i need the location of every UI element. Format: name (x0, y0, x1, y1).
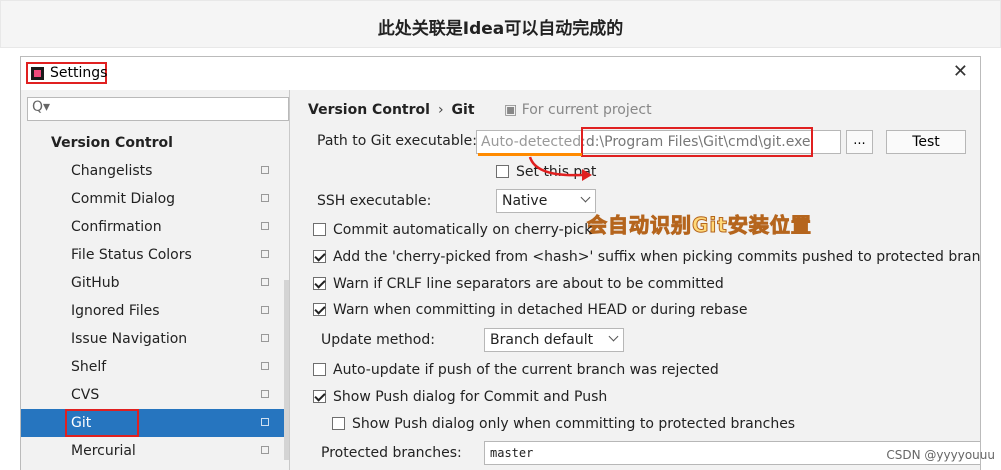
tree-section-version-control[interactable]: Version Control (21, 129, 289, 157)
sidebar-item-label: Shelf (71, 359, 107, 375)
banner: 此处关联是Idea可以自动完成的 (0, 0, 1001, 48)
sidebar-item-confirmation[interactable]: Confirmation (21, 213, 289, 241)
update-method-label: Update method: (321, 332, 435, 348)
show-push-dialog-checkbox[interactable]: Show Push dialog for Commit and Push (313, 387, 607, 407)
sidebar-item-mercurial[interactable]: Mercurial (21, 437, 289, 465)
checkbox-label: Warn if CRLF line separators are about t… (333, 276, 724, 292)
settings-tree: Version Control Changelists Commit Dialo… (21, 129, 289, 465)
project-scope-icon (261, 278, 269, 286)
chevron-down-icon (580, 192, 591, 203)
test-button[interactable]: Test (886, 130, 966, 154)
project-scope-icon (261, 446, 269, 454)
scope-note: ▣ For current project (504, 102, 652, 118)
browse-button[interactable]: ... (846, 130, 873, 154)
sidebar-item-label: File Status Colors (71, 247, 192, 263)
annotation-arrow (528, 156, 592, 181)
ssh-executable-select[interactable]: Native (496, 189, 596, 213)
checkbox-label: Auto-update if push of the current branc… (333, 362, 719, 378)
checkbox-box (332, 417, 345, 430)
checkbox-box (313, 303, 326, 316)
checkbox-label: Show Push dialog only when committing to… (352, 416, 796, 432)
sidebar-scrollbar[interactable] (284, 280, 289, 460)
sidebar-item-shelf[interactable]: Shelf (21, 353, 289, 381)
checkbox-box (496, 165, 509, 178)
window-title: Settings (50, 65, 108, 81)
sidebar-item-label: GitHub (71, 275, 120, 291)
cherry-picked-suffix-checkbox[interactable]: Add the 'cherry-picked from <hash>' suff… (313, 247, 981, 267)
breadcrumb: Version Control › Git (308, 102, 475, 118)
project-scope-icon (261, 194, 269, 202)
checkbox-box (313, 223, 326, 236)
project-scope-icon (261, 362, 269, 370)
checkbox-label: Add the 'cherry-picked from <hash>' suff… (333, 249, 981, 265)
project-scope-icon (261, 334, 269, 342)
update-method-value: Branch default (490, 332, 594, 348)
sidebar-item-ignored-files[interactable]: Ignored Files (21, 297, 289, 325)
sidebar-item-label: Changelists (71, 163, 153, 179)
sidebar-item-git[interactable]: Git (21, 409, 289, 437)
sidebar-item-file-status-colors[interactable]: File Status Colors (21, 241, 289, 269)
warn-crlf-checkbox[interactable]: Warn if CRLF line separators are about t… (313, 274, 724, 294)
chevron-down-icon (608, 331, 619, 342)
sidebar-item-issue-navigation[interactable]: Issue Navigation (21, 325, 289, 353)
checkbox-label: Commit automatically on cherry-pick (333, 222, 593, 238)
commit-cherry-pick-checkbox[interactable]: Commit automatically on cherry-pick (313, 220, 592, 240)
sidebar-item-changelists[interactable]: Changelists (21, 157, 289, 185)
path-highlight-box (581, 127, 813, 157)
project-scope-icon (261, 418, 269, 426)
sidebar-item-commit-dialog[interactable]: Commit Dialog (21, 185, 289, 213)
scope-note-text: For current project (521, 102, 652, 118)
warn-detached-head-checkbox[interactable]: Warn when committing in detached HEAD or… (313, 300, 747, 320)
project-scope-icon (261, 390, 269, 398)
sidebar-item-github[interactable]: GitHub (21, 269, 289, 297)
ssh-value: Native (502, 193, 548, 209)
title-bar: Settings ✕ (21, 57, 980, 90)
sidebar-item-label: CVS (71, 387, 100, 403)
push-dialog-protected-checkbox[interactable]: Show Push dialog only when committing to… (332, 414, 795, 434)
git-highlight-box (65, 409, 139, 437)
sidebar-item-label: Ignored Files (71, 303, 160, 319)
git-settings-panel: Version Control › Git ▣ For current projec… (290, 90, 980, 470)
search-icon: Q▾ (32, 99, 51, 115)
project-scope-icon (261, 306, 269, 314)
path-label: Path to Git executable: (317, 133, 477, 149)
banner-title: 此处关联是Idea可以自动完成的 (377, 19, 624, 39)
path-placeholder: Auto-detected: (481, 134, 586, 150)
settings-window: Settings ✕ Q▾ Version Control Changelist… (20, 56, 981, 470)
sidebar-item-cvs[interactable]: CVS (21, 381, 289, 409)
checkbox-box (313, 390, 326, 403)
project-scope-icon (261, 250, 269, 258)
annotation-text: 会自动识别Git安装位置 (587, 213, 812, 238)
ssh-label: SSH executable: (317, 193, 432, 209)
breadcrumb-current: Git (451, 102, 475, 118)
settings-search-input[interactable]: Q▾ (27, 97, 289, 121)
update-method-select[interactable]: Branch default (484, 328, 624, 352)
close-icon[interactable]: ✕ (953, 61, 968, 82)
checkbox-box (313, 277, 326, 290)
project-scope-icon (261, 166, 269, 174)
checkbox-label: Warn when committing in detached HEAD or… (333, 302, 748, 318)
checkbox-box (313, 250, 326, 263)
sidebar-item-label: Commit Dialog (71, 191, 176, 207)
sidebar-item-label: Mercurial (71, 443, 136, 459)
intellij-app-icon (31, 67, 44, 80)
sidebar-item-label: Issue Navigation (71, 331, 188, 347)
sidebar-item-label: Confirmation (71, 219, 162, 235)
checkbox-box (313, 363, 326, 376)
watermark: CSDN @yyyyouuu (886, 448, 995, 462)
checkbox-label: Show Push dialog for Commit and Push (333, 389, 608, 405)
breadcrumb-parent[interactable]: Version Control (308, 102, 430, 118)
protected-branches-label: Protected branches: (321, 445, 462, 461)
breadcrumb-separator: › (437, 102, 444, 118)
project-scope-icon (261, 222, 269, 230)
auto-update-push-checkbox[interactable]: Auto-update if push of the current branc… (313, 360, 719, 380)
settings-sidebar: Q▾ Version Control Changelists Commit Di… (21, 90, 290, 470)
title-highlight-box: Settings (26, 62, 107, 84)
